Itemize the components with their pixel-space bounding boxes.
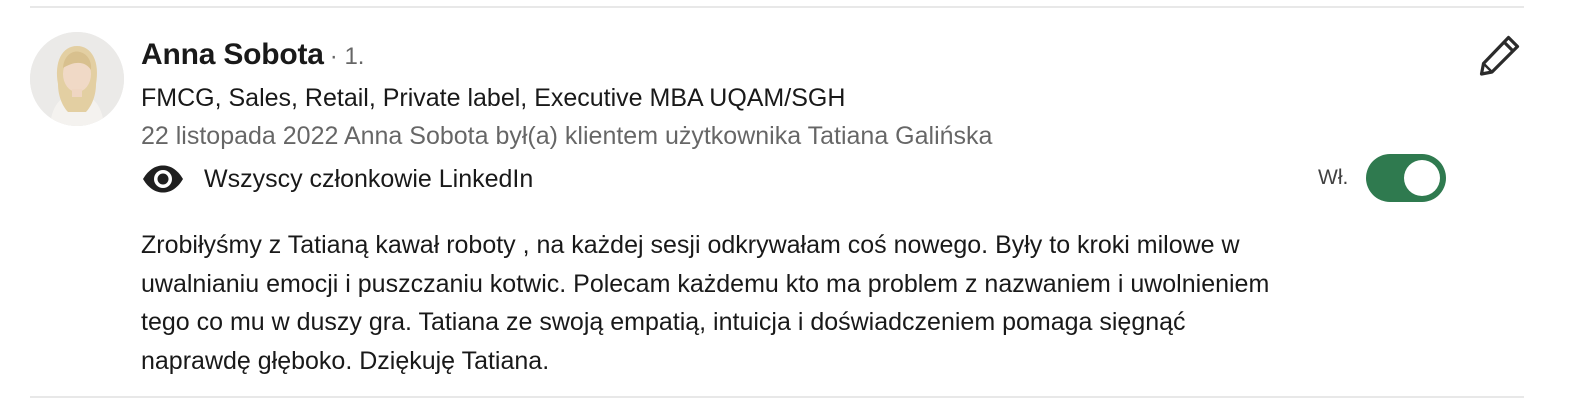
pencil-icon[interactable] [1477, 32, 1523, 78]
connection-degree: · 1. [329, 43, 365, 70]
recommendation-meta: 22 listopada 2022 Anna Sobota był(a) kli… [141, 122, 993, 150]
visibility-toggle[interactable] [1366, 154, 1447, 202]
recommendation-text: Zrobiłyśmy z Tatianą kawał roboty , na k… [141, 226, 1461, 380]
toggle-knob [1404, 160, 1441, 196]
toggle-label: Wł. [1318, 166, 1349, 189]
recommendation-card: Anna Sobota · 1. FMCG, Sales, Retail, Pri… [0, 0, 1586, 404]
author-header: Anna Sobota · 1. [141, 38, 364, 72]
bottom-divider [30, 396, 1524, 398]
visibility-toggle-group: Wł. [1318, 154, 1447, 202]
visibility-row: Wszyscy członkowie LinkedIn [141, 160, 533, 198]
recommendation-line: uwalnianiu emocji i puszczaniu kotwic. P… [141, 269, 1270, 298]
recommendation-line: tego co mu w duszy gra. Tatiana ze swoją… [141, 308, 1186, 336]
top-divider [30, 6, 1524, 8]
avatar[interactable] [30, 32, 124, 126]
author-name[interactable]: Anna Sobota [141, 38, 324, 71]
visibility-label: Wszyscy członkowie LinkedIn [204, 164, 534, 193]
recommendation-line: naprawdę głęboko. Dziękuję Tatiana. [141, 346, 550, 375]
avatar-photo [30, 32, 124, 126]
eye-icon [141, 160, 187, 198]
author-headline: FMCG, Sales, Retail, Private label, Exec… [141, 84, 846, 112]
recommendation-line: Zrobiłyśmy z Tatianą kawał roboty , na k… [141, 231, 1240, 259]
